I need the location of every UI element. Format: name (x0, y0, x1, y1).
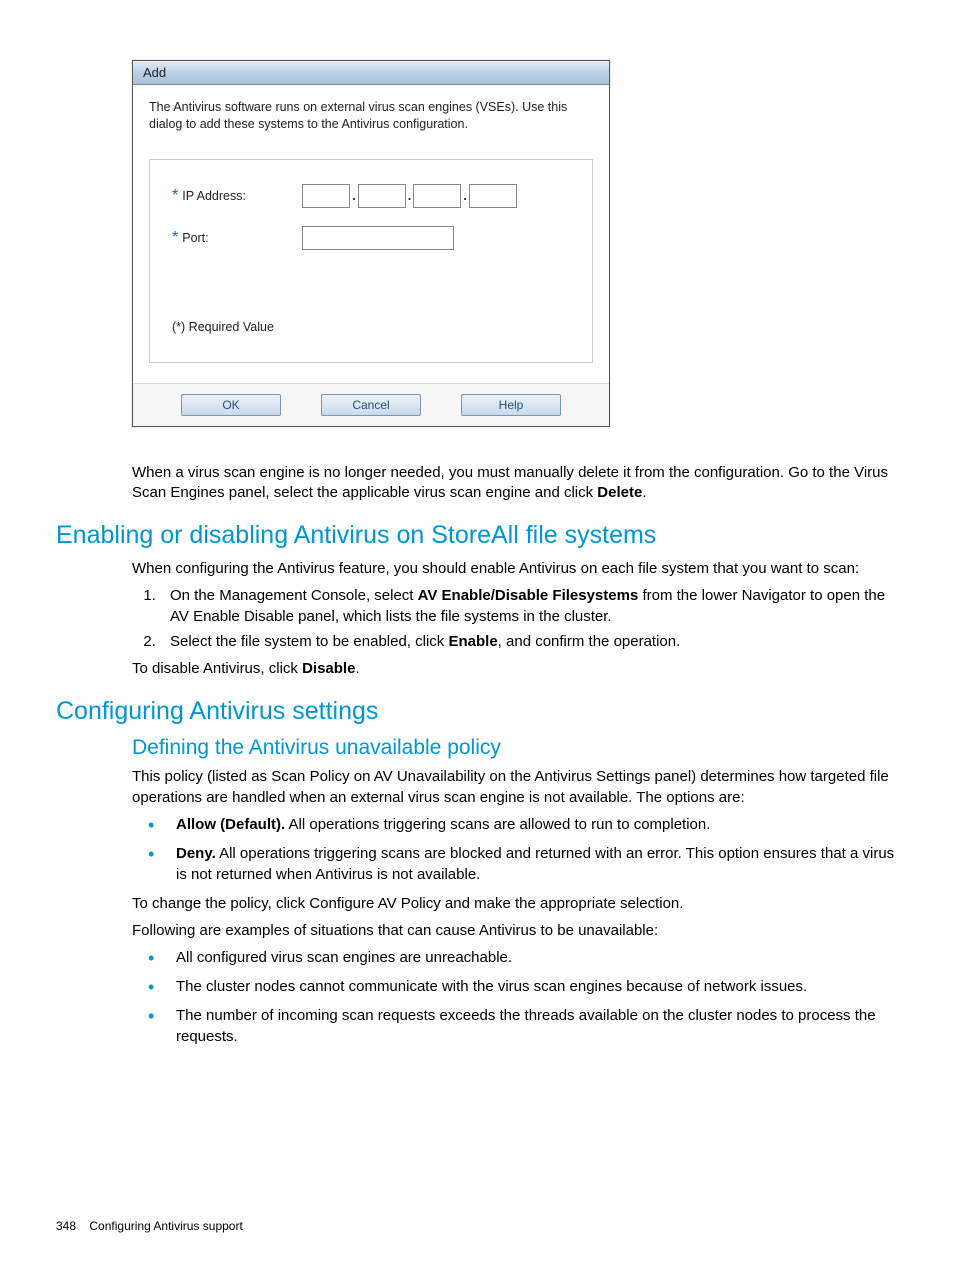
step-text: Select the file system to be enabled, cl… (170, 633, 448, 650)
cancel-button[interactable]: Cancel (321, 394, 421, 416)
required-star-icon: * (172, 230, 178, 246)
post-dialog-paragraph: When a virus scan engine is no longer ne… (132, 463, 898, 504)
example-item: All configured virus scan engines are un… (148, 947, 898, 968)
step-text: , and confirm the operation. (498, 633, 681, 650)
enable-intro: When configuring the Antivirus feature, … (132, 558, 898, 579)
ip-octet-2[interactable] (358, 184, 406, 208)
para-text: . (642, 484, 646, 501)
step-1: On the Management Console, select AV Ena… (160, 585, 898, 627)
option-allow: Allow (Default). All operations triggeri… (148, 814, 898, 835)
policy-intro: This policy (listed as Scan Policy on AV… (132, 766, 898, 808)
option-bold: Allow (Default). (176, 816, 285, 833)
footer-title: Configuring Antivirus support (89, 1219, 242, 1233)
policy-options: Allow (Default). All operations triggeri… (148, 814, 898, 885)
help-button[interactable]: Help (461, 394, 561, 416)
examples-intro: Following are examples of situations tha… (132, 920, 898, 941)
ip-octet-3[interactable] (413, 184, 461, 208)
option-deny: Deny. All operations triggering scans ar… (148, 843, 898, 885)
ip-dot-icon: . (350, 189, 357, 203)
dialog-body: The Antivirus software runs on external … (133, 85, 609, 383)
step-text: On the Management Console, select (170, 587, 418, 604)
heading-policy: Defining the Antivirus unavailable polic… (132, 736, 898, 760)
add-dialog: Add The Antivirus software runs on exter… (132, 60, 610, 427)
option-text: All operations triggering scans are allo… (285, 816, 710, 833)
dialog-description: The Antivirus software runs on external … (149, 99, 593, 133)
option-bold: Deny. (176, 845, 216, 862)
page-number: 348 (56, 1219, 76, 1233)
disable-note: To disable Antivirus, click Disable. (132, 658, 898, 679)
unavailable-examples: All configured virus scan engines are un… (148, 947, 898, 1047)
step-bold: Enable (448, 633, 497, 650)
change-policy-text: To change the policy, click Configure AV… (132, 893, 898, 914)
ip-octet-4[interactable] (469, 184, 517, 208)
disable-text: To disable Antivirus, click (132, 660, 302, 677)
ok-button[interactable]: OK (181, 394, 281, 416)
required-value-note: (*) Required Value (172, 320, 570, 334)
ip-octet-1[interactable] (302, 184, 350, 208)
ip-dot-icon: . (406, 189, 413, 203)
ip-input-group: . . . (302, 184, 516, 208)
port-input[interactable] (302, 226, 454, 250)
dialog-form: * IP Address: . . . * Port: (149, 159, 593, 363)
para-text: When a virus scan engine is no longer ne… (132, 464, 888, 501)
port-row: * Port: (172, 226, 570, 250)
step-2: Select the file system to be enabled, cl… (160, 631, 898, 652)
option-text: All operations triggering scans are bloc… (176, 845, 894, 883)
required-star-icon: * (172, 188, 178, 204)
step-bold: AV Enable/Disable Filesystems (418, 587, 639, 604)
dialog-button-bar: OK Cancel Help (133, 383, 609, 426)
heading-configuring: Configuring Antivirus settings (56, 697, 898, 726)
port-label: Port: (182, 231, 302, 245)
disable-text: . (355, 660, 359, 677)
example-item: The cluster nodes cannot communicate wit… (148, 976, 898, 997)
ip-dot-icon: . (461, 189, 468, 203)
heading-enable-disable: Enabling or disabling Antivirus on Store… (56, 521, 898, 550)
page-footer: 348 Configuring Antivirus support (56, 1219, 243, 1233)
disable-bold: Disable (302, 660, 355, 677)
ip-address-label: IP Address: (182, 189, 302, 203)
delete-bold: Delete (597, 484, 642, 501)
example-item: The number of incoming scan requests exc… (148, 1005, 898, 1047)
ip-address-row: * IP Address: . . . (172, 184, 570, 208)
dialog-title: Add (133, 61, 609, 85)
enable-steps: On the Management Console, select AV Ena… (160, 585, 898, 652)
